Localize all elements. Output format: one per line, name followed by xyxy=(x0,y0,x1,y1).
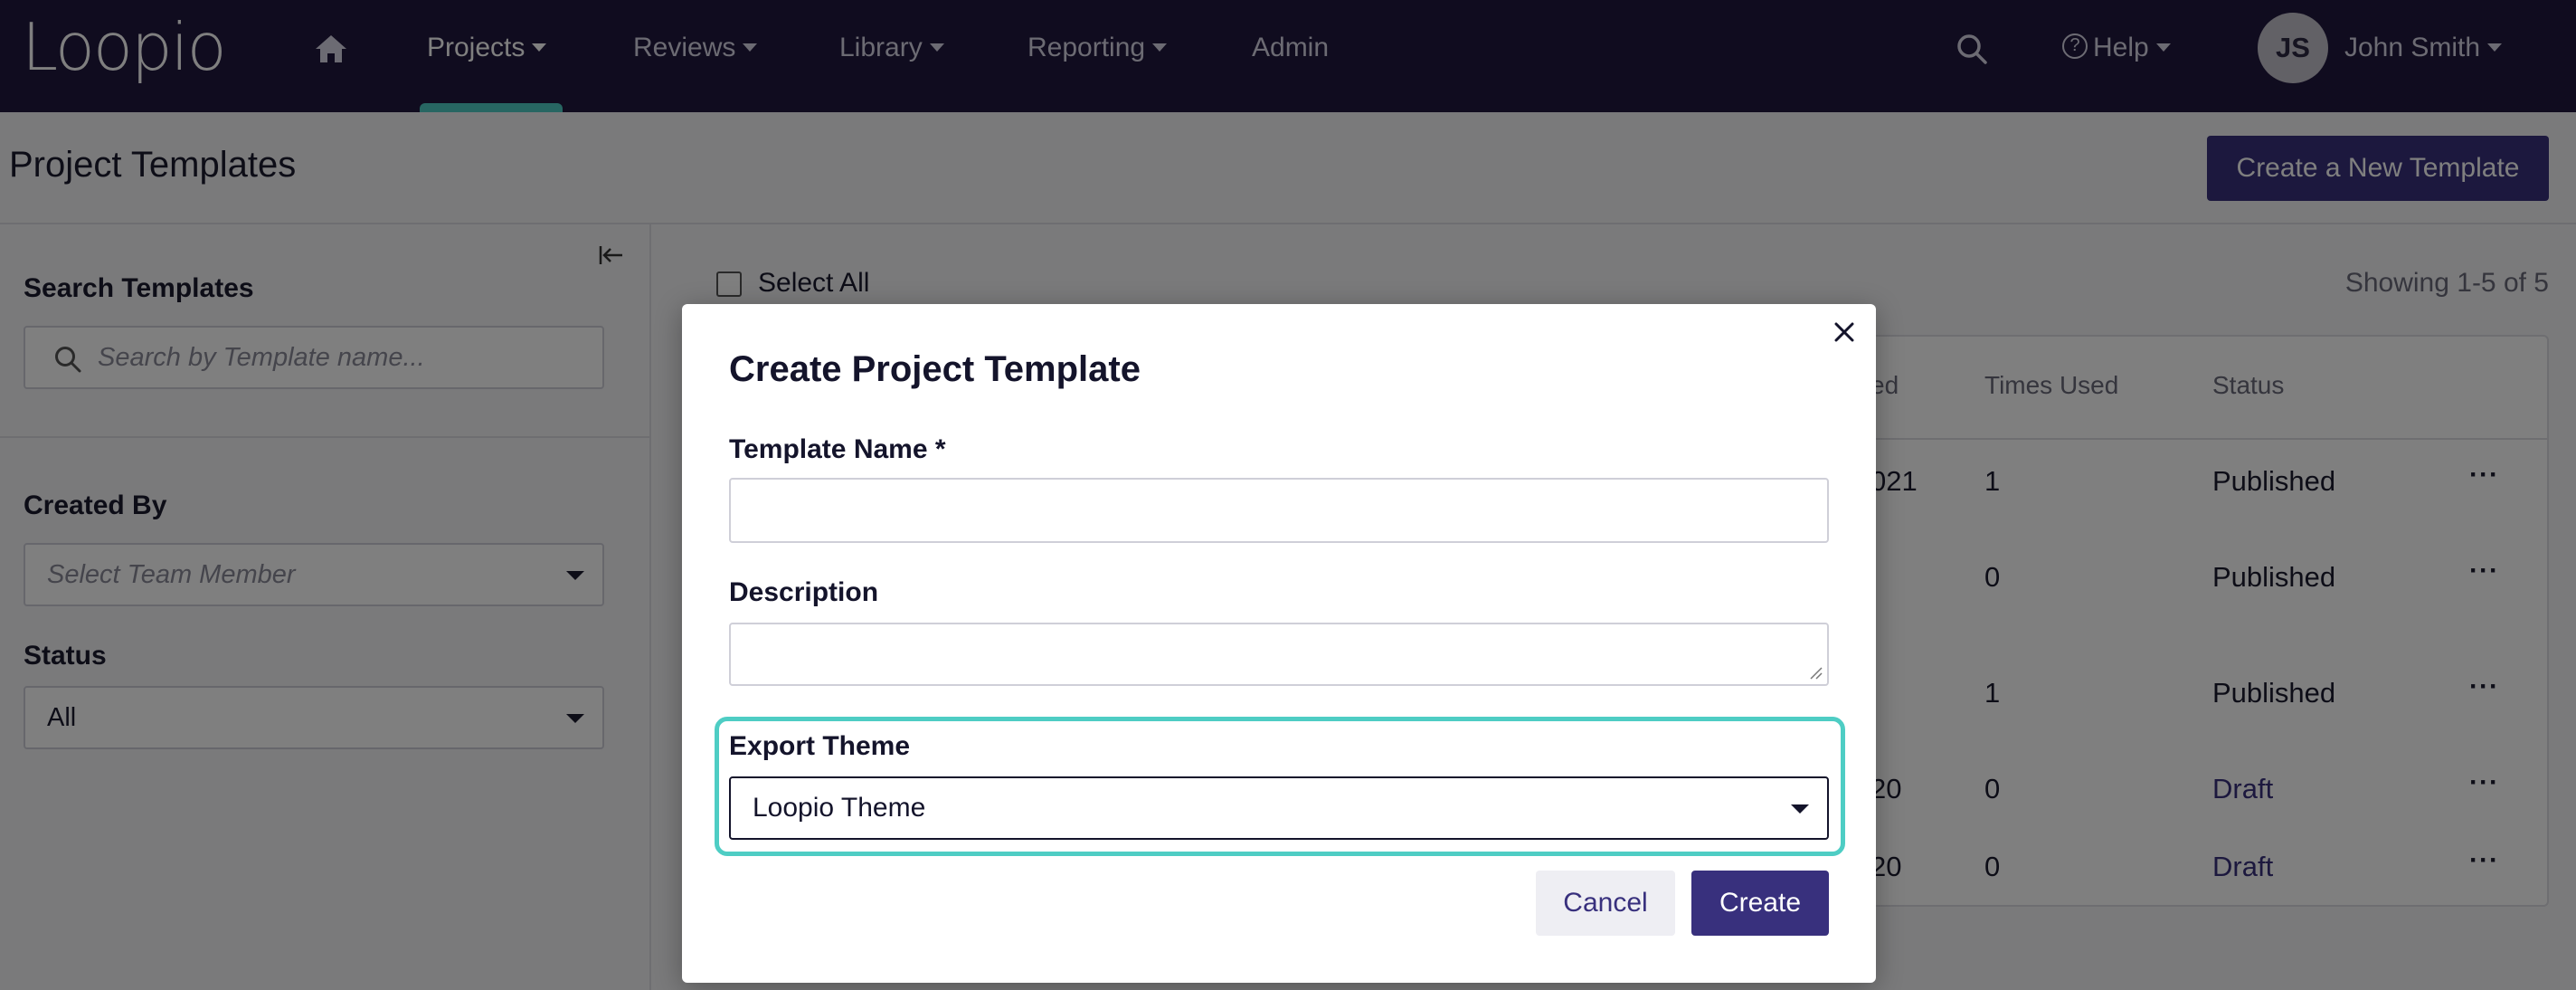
cancel-button[interactable]: Cancel xyxy=(1536,871,1675,936)
modal-title: Create Project Template xyxy=(729,349,1141,389)
description-label: Description xyxy=(729,577,879,607)
chevron-down-icon xyxy=(1791,804,1809,814)
resize-handle-icon[interactable] xyxy=(1809,666,1823,681)
export-theme-label: Export Theme xyxy=(729,731,911,761)
create-button[interactable]: Create xyxy=(1691,871,1829,936)
template-name-input[interactable] xyxy=(729,478,1829,543)
export-theme-select[interactable]: Loopio Theme xyxy=(729,776,1829,840)
export-theme-value: Loopio Theme xyxy=(753,793,926,823)
template-name-label: Template Name * xyxy=(729,434,946,464)
close-icon[interactable] xyxy=(1833,320,1856,344)
description-textarea[interactable] xyxy=(729,623,1829,686)
